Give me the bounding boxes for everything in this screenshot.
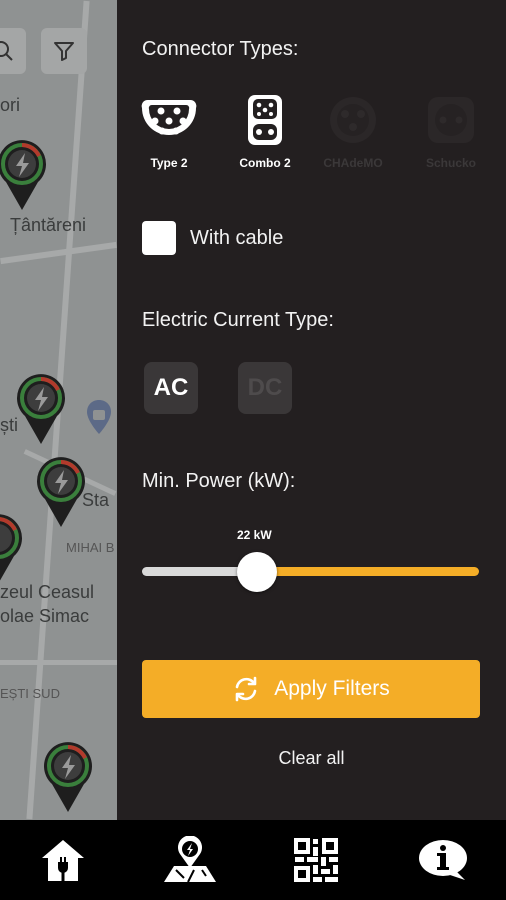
charging-station-pin[interactable] bbox=[33, 455, 89, 529]
map-filter-button[interactable] bbox=[41, 28, 87, 74]
combo2-plug-icon bbox=[248, 95, 282, 145]
connector-chademo[interactable]: CHAdeMO bbox=[318, 92, 388, 170]
type2-plug-icon bbox=[141, 99, 197, 135]
home-charging-icon bbox=[42, 840, 85, 881]
charging-station-pin[interactable] bbox=[0, 512, 26, 586]
filter-icon bbox=[54, 42, 74, 61]
connector-label: Schucko bbox=[425, 156, 476, 170]
power-slider-thumb[interactable] bbox=[237, 552, 277, 592]
bottom-navigation bbox=[0, 820, 506, 900]
nav-map[interactable] bbox=[155, 830, 225, 890]
charging-station-pin[interactable] bbox=[40, 740, 96, 814]
map-label: olae Simac bbox=[0, 606, 90, 626]
info-icon bbox=[418, 840, 467, 880]
map-label: ori bbox=[0, 95, 21, 115]
map-label: Țântăreni bbox=[10, 215, 87, 235]
charging-station-pin[interactable] bbox=[13, 372, 69, 446]
ac-toggle-button[interactable]: AC bbox=[144, 362, 198, 414]
with-cable-checkbox[interactable] bbox=[142, 221, 176, 255]
chademo-plug-icon bbox=[330, 97, 376, 143]
search-icon bbox=[0, 41, 13, 61]
connector-combo2[interactable]: Combo 2 bbox=[230, 92, 300, 170]
clear-all-button[interactable]: Clear all bbox=[117, 748, 506, 769]
connector-type2[interactable]: Type 2 bbox=[134, 92, 204, 170]
connector-label: Combo 2 bbox=[239, 156, 291, 170]
nav-home[interactable] bbox=[28, 830, 98, 890]
connector-schuko[interactable]: Schucko bbox=[416, 92, 486, 170]
refresh-icon bbox=[235, 676, 257, 702]
apply-filters-label: Apply Filters bbox=[274, 677, 390, 700]
current-type-title: Electric Current Type: bbox=[142, 309, 334, 331]
filter-panel: Connector Types: Type 2 Combo 2 CHAdeMO … bbox=[117, 0, 506, 820]
map-location-icon bbox=[163, 836, 216, 883]
map-label: MIHAI B bbox=[66, 540, 115, 555]
connector-types-title: Connector Types: bbox=[142, 38, 299, 60]
min-power-title: Min. Power (kW): bbox=[142, 470, 296, 492]
dc-toggle-button[interactable]: DC bbox=[238, 362, 292, 414]
power-slider-track[interactable] bbox=[258, 567, 479, 576]
connector-label: Type 2 bbox=[150, 156, 188, 170]
apply-filters-button[interactable]: Apply Filters bbox=[142, 660, 480, 718]
place-marker-icon bbox=[87, 400, 111, 434]
connector-label: CHAdeMO bbox=[323, 156, 383, 170]
map-label: EȘTI SUD bbox=[0, 686, 60, 701]
schuko-plug-icon bbox=[428, 97, 474, 143]
power-value-label: 22 kW bbox=[237, 528, 272, 542]
nav-qr[interactable] bbox=[281, 830, 351, 890]
map-search-button[interactable] bbox=[0, 28, 26, 74]
with-cable-label: With cable bbox=[190, 227, 284, 249]
qr-code-icon bbox=[294, 838, 339, 882]
map-view[interactable]: ori Țântăreni ști Sta MIHAI B zeul Ceasu… bbox=[0, 0, 117, 820]
nav-info[interactable] bbox=[408, 830, 478, 890]
charging-station-pin[interactable] bbox=[0, 138, 50, 212]
